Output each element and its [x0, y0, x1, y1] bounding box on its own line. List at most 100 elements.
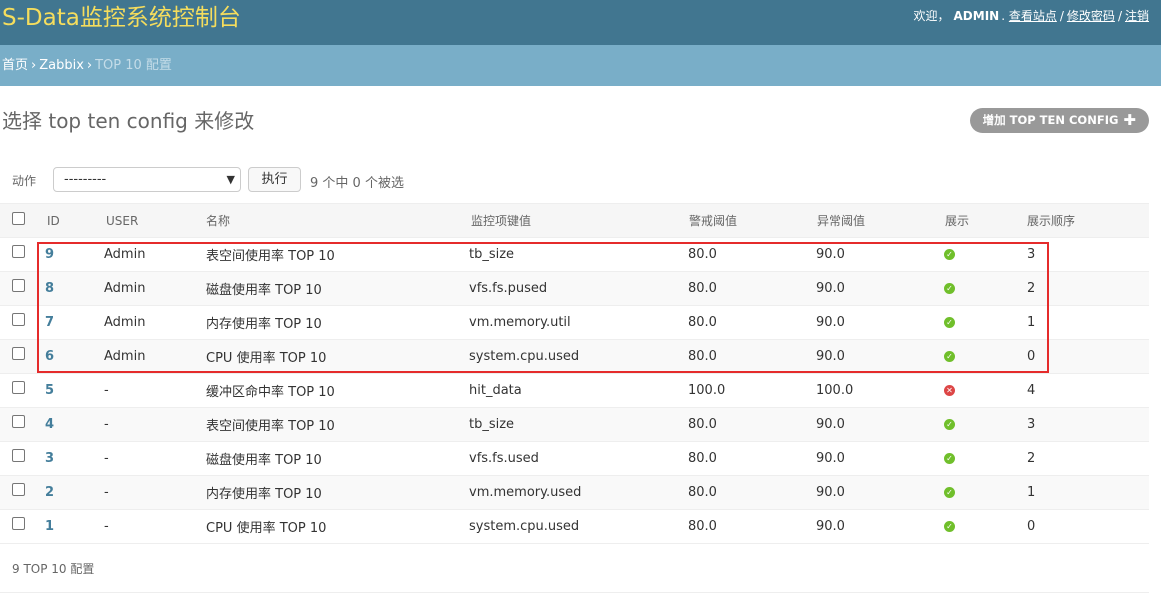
cell-error-threshold: 90.0 — [812, 305, 941, 340]
cell-id: 2 — [37, 475, 98, 510]
row-checkbox[interactable] — [12, 381, 25, 394]
row-checkbox[interactable] — [12, 415, 25, 428]
user-tools: 欢迎， ADMIN. 查看站点 / 修改密码 / 注销 — [913, 9, 1150, 23]
cell-error-threshold: 90.0 — [812, 475, 941, 510]
row-id-link[interactable]: 8 — [45, 281, 54, 296]
cell-user: - — [98, 407, 199, 442]
row-checkbox-cell — [0, 237, 37, 272]
row-id-link[interactable]: 1 — [45, 519, 54, 534]
row-id-link[interactable]: 9 — [45, 247, 54, 262]
cell-order: 3 — [1024, 237, 1149, 272]
cell-warn-threshold: 80.0 — [684, 271, 812, 306]
breadcrumb: 首页 › Zabbix › TOP 10 配置 — [0, 45, 1161, 86]
check-icon: ✓ — [944, 419, 955, 430]
column-header-name[interactable]: 名称 — [199, 203, 464, 238]
row-checkbox-cell — [0, 339, 37, 374]
breadcrumb-current: TOP 10 配置 — [95, 58, 172, 73]
paginator: 9 TOP 10 配置 — [0, 546, 1149, 593]
cell-id: 3 — [37, 441, 98, 476]
table-row: 9 Admin 表空间使用率 TOP 10 tb_size 80.0 90.0 ✓ 3 — [0, 237, 1149, 272]
select-all-checkbox[interactable] — [12, 211, 25, 225]
breadcrumb-separator: › — [86, 58, 93, 73]
check-icon: ✓ — [944, 249, 955, 260]
table-row: 7 Admin 内存使用率 TOP 10 vm.memory.util 80.0 90.0… — [0, 305, 1149, 340]
select-all-checkbox-cell — [0, 203, 37, 238]
cell-order: 2 — [1024, 271, 1149, 306]
row-checkbox[interactable] — [12, 313, 25, 326]
cell-user: - — [98, 475, 199, 510]
cell-error-threshold: 100.0 — [812, 373, 941, 408]
cell-key: vm.memory.util — [464, 305, 684, 340]
site-title[interactable]: S-Data监控系统控制台 — [2, 3, 241, 33]
row-checkbox[interactable] — [12, 517, 25, 530]
cell-show: ✓ — [941, 339, 1024, 374]
table-row: 2 - 内存使用率 TOP 10 vm.memory.used 80.0 90.0 ✓ 1 — [0, 475, 1149, 510]
cell-error-threshold: 90.0 — [812, 271, 941, 306]
row-checkbox-cell — [0, 509, 37, 544]
plus-icon: ✚ — [1123, 111, 1136, 129]
table-row: 5- 缓冲区命中率 TOP 10 hit_data 100.0 100.0 ✕ 4 — [0, 373, 1149, 408]
cell-warn-threshold: 80.0 — [684, 475, 812, 510]
username: ADMIN — [953, 9, 1000, 23]
row-id-link[interactable]: 2 — [45, 485, 54, 500]
row-checkbox[interactable] — [12, 245, 25, 258]
cell-key: vfs.fs.used — [464, 441, 684, 476]
column-header-error-threshold[interactable]: 异常阈值 — [812, 203, 941, 238]
user-tools-separator: / — [1117, 9, 1122, 23]
row-id-link[interactable]: 5 — [45, 383, 54, 398]
column-header-id[interactable]: ID — [37, 203, 98, 238]
cell-id: 9 — [37, 237, 98, 272]
cell-name: 内存使用率 TOP 10 — [199, 305, 464, 340]
column-header-warn-threshold[interactable]: 警戒阈值 — [684, 203, 812, 238]
row-id-link[interactable]: 7 — [45, 315, 54, 330]
row-id-link[interactable]: 4 — [45, 417, 54, 432]
cell-key: system.cpu.used — [464, 509, 684, 544]
change-password-link[interactable]: 修改密码 — [1067, 9, 1115, 23]
cell-warn-threshold: 80.0 — [684, 237, 812, 272]
row-checkbox[interactable] — [12, 279, 25, 292]
cell-name: 内存使用率 TOP 10 — [199, 475, 464, 510]
cell-show: ✓ — [941, 407, 1024, 442]
row-checkbox[interactable] — [12, 449, 25, 462]
cell-name: CPU 使用率 TOP 10 — [199, 509, 464, 544]
cell-id: 4 — [37, 407, 98, 442]
cell-order: 3 — [1024, 407, 1149, 442]
row-checkbox-cell — [0, 475, 37, 510]
table-row: 3 - 磁盘使用率 TOP 10 vfs.fs.used 80.0 90.0 ✓ 2 — [0, 441, 1149, 476]
check-icon: ✓ — [944, 351, 955, 362]
cell-order: 0 — [1024, 509, 1149, 544]
cell-warn-threshold: 80.0 — [684, 509, 812, 544]
cell-error-threshold: 90.0 — [812, 339, 941, 374]
column-header-show[interactable]: 展示 — [941, 203, 1024, 238]
breadcrumb-app[interactable]: Zabbix — [39, 58, 84, 73]
row-checkbox-cell — [0, 441, 37, 476]
view-site-link[interactable]: 查看站点 — [1009, 9, 1057, 23]
cross-icon: ✕ — [944, 385, 955, 396]
check-icon: ✓ — [944, 283, 955, 294]
cell-order: 1 — [1024, 305, 1149, 340]
row-checkbox[interactable] — [12, 347, 25, 360]
cell-user: Admin — [98, 339, 199, 374]
table-row: 6 Admin CPU 使用率 TOP 10 system.cpu.used 80.0 9… — [0, 339, 1149, 374]
row-checkbox[interactable] — [12, 483, 25, 496]
cell-name: 缓冲区命中率 TOP 10 — [199, 373, 464, 408]
add-top-ten-config-button[interactable]: 增加 TOP TEN CONFIG ✚ — [969, 108, 1149, 133]
row-id-link[interactable]: 6 — [45, 349, 54, 364]
column-header-order[interactable]: 展示顺序 — [1024, 203, 1149, 238]
cell-show: ✓ — [941, 441, 1024, 476]
column-header-key[interactable]: 监控项键值 — [464, 203, 684, 238]
table-body: 9 Admin 表空间使用率 TOP 10 tb_size 80.0 90.0 ✓ 3 8 Adm… — [0, 237, 1149, 544]
go-button[interactable]: 执行 — [248, 167, 301, 192]
cell-key: tb_size — [464, 407, 684, 442]
table-row: 4 - 表空间使用率 TOP 10 tb_size 80.0 90.0 ✓ 3 — [0, 407, 1149, 442]
breadcrumb-home[interactable]: 首页 — [2, 58, 28, 73]
row-id-link[interactable]: 3 — [45, 451, 54, 466]
action-select[interactable]: --------- ▼ — [53, 167, 241, 192]
cell-order: 1 — [1024, 475, 1149, 510]
column-header-user[interactable]: USER — [98, 203, 199, 238]
actions-bar: 动作 --------- ▼ 执行 9 个中 0 个被选 — [12, 167, 1149, 193]
selection-counter: 9 个中 0 个被选 — [310, 176, 404, 191]
cell-key: hit_data — [464, 373, 684, 408]
logout-link[interactable]: 注销 — [1125, 9, 1149, 23]
cell-show: ✓ — [941, 509, 1024, 544]
